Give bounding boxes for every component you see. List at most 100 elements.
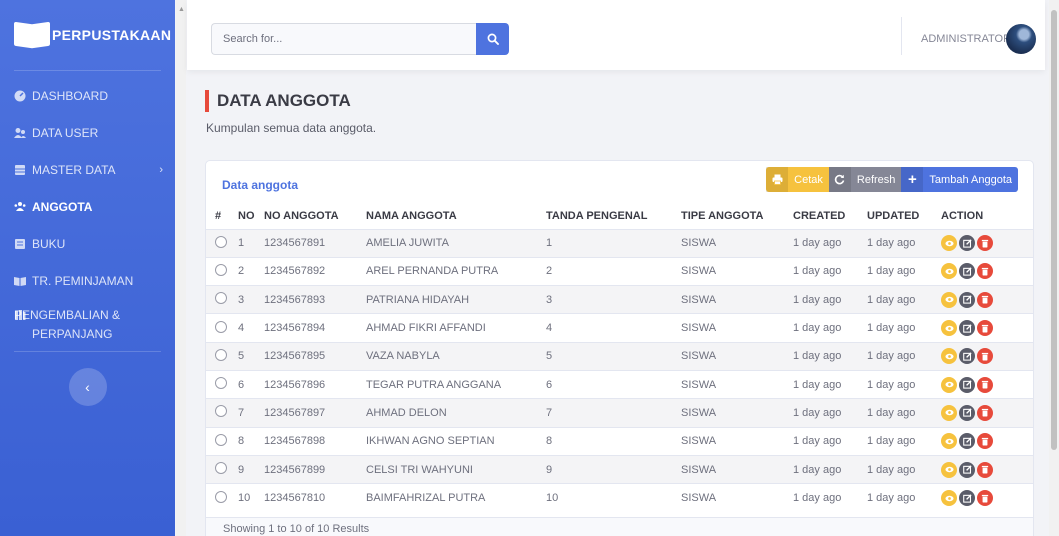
edit-button[interactable] — [959, 404, 975, 421]
view-button[interactable] — [941, 490, 957, 507]
chevron-right-icon: › — [159, 163, 163, 176]
edit-button[interactable] — [959, 490, 975, 507]
delete-button[interactable] — [977, 348, 993, 365]
delete-button[interactable] — [977, 461, 993, 478]
row-checkbox[interactable] — [215, 377, 227, 390]
cell-tipe: SISWA — [681, 454, 793, 484]
table-row: 5 1234567895 VAZA NABYLA 5 SISWA 1 day a… — [206, 341, 1033, 371]
sidebar-scrollbar[interactable]: ▲ — [176, 0, 186, 536]
edit-button[interactable] — [959, 376, 975, 393]
row-checkbox[interactable] — [215, 405, 227, 418]
row-checkbox[interactable] — [215, 292, 227, 305]
cell-updated: 1 day ago — [867, 398, 941, 428]
view-button[interactable] — [941, 320, 957, 337]
brand-name: PERPUSTAKAAN — [52, 27, 172, 43]
table-row: 4 1234567894 AHMAD FIKRI AFFANDI 4 SISWA… — [206, 313, 1033, 343]
refresh-icon — [835, 174, 845, 185]
cell-nama: TEGAR PUTRA ANGGANA — [366, 369, 546, 399]
cell-created: 1 day ago — [793, 426, 867, 456]
column-header-nama[interactable]: NAMA ANGGOTA — [366, 203, 546, 229]
edit-icon — [962, 380, 972, 389]
column-header-action: ACTION — [941, 209, 984, 222]
column-header-no[interactable]: NO — [238, 203, 264, 229]
sidebar-item-pengembalian[interactable]: PENGEMBALIAN & PERPANJANG — [0, 299, 175, 349]
cell-nama: CELSI TRI WAHYUNI — [366, 454, 546, 484]
edit-button[interactable] — [959, 320, 975, 337]
row-actions — [941, 291, 1033, 308]
column-header-tanda-pengenal[interactable]: TANDA PENGENAL — [546, 203, 681, 229]
edit-button[interactable] — [959, 433, 975, 450]
view-button[interactable] — [941, 404, 957, 421]
cell-created: 1 day ago — [793, 228, 867, 258]
add-member-button[interactable]: + Tambah Anggota — [901, 167, 1018, 192]
view-button[interactable] — [941, 433, 957, 450]
cell-nama: AREL PERNANDA PUTRA — [366, 256, 546, 286]
sidebar-item-buku[interactable]: BUKU — [0, 225, 175, 262]
delete-button[interactable] — [977, 263, 993, 280]
print-button[interactable]: Cetak — [766, 167, 829, 192]
search-input[interactable] — [211, 23, 476, 55]
edit-button[interactable] — [959, 235, 975, 252]
view-button[interactable] — [941, 235, 957, 252]
view-button[interactable] — [941, 348, 957, 365]
scrollbar-thumb[interactable] — [1051, 10, 1057, 450]
row-actions — [941, 263, 1033, 280]
refresh-button[interactable]: Refresh — [828, 167, 902, 192]
column-header-updated[interactable]: UPDATED — [867, 203, 941, 229]
column-header-tipe[interactable]: TIPE ANGGOTA — [681, 203, 793, 229]
brand[interactable]: PERPUSTAKAAN — [0, 0, 175, 70]
row-checkbox[interactable] — [215, 235, 227, 248]
edit-button[interactable] — [959, 348, 975, 365]
cell-tipe: SISWA — [681, 341, 793, 371]
row-checkbox[interactable] — [215, 462, 227, 475]
column-header-created[interactable]: CREATED — [793, 203, 867, 229]
row-checkbox[interactable] — [215, 490, 227, 503]
sidebar-item-dashboard[interactable]: DASHBOARD — [0, 77, 175, 114]
refresh-button-label: Refresh — [856, 173, 896, 186]
book-icon — [15, 238, 25, 249]
delete-button[interactable] — [977, 291, 993, 308]
delete-button[interactable] — [977, 320, 993, 337]
eye-icon — [944, 410, 954, 416]
delete-button[interactable] — [977, 433, 993, 450]
cell-updated: 1 day ago — [867, 285, 941, 314]
sidebar-item-data-user[interactable]: DATA USER — [0, 114, 175, 151]
users-icon — [14, 127, 26, 138]
table-row: 1 1234567891 AMELIA JUWITA 1 SISWA 1 day… — [206, 228, 1033, 258]
cell-tipe: SISWA — [681, 398, 793, 428]
cell-tanda-pengenal: 4 — [546, 313, 681, 343]
column-header-no-anggota[interactable]: NO ANGGOTA — [264, 203, 366, 229]
row-checkbox[interactable] — [215, 320, 227, 333]
cell-created: 1 day ago — [793, 398, 867, 428]
sidebar: PERPUSTAKAAN DASHBOARD DATA USER MASTER … — [0, 0, 175, 536]
sidebar-toggle-button[interactable]: ‹ — [68, 368, 107, 406]
view-button[interactable] — [941, 376, 957, 393]
delete-button[interactable] — [977, 490, 993, 507]
search-button[interactable] — [476, 23, 509, 55]
view-button[interactable] — [941, 461, 957, 478]
edit-button[interactable] — [959, 461, 975, 478]
delete-button[interactable] — [977, 404, 993, 421]
edit-icon — [962, 437, 972, 446]
row-checkbox[interactable] — [215, 348, 227, 361]
cell-no-anggota: 1234567895 — [264, 341, 366, 371]
avatar[interactable] — [1006, 24, 1036, 54]
sidebar-item-anggota[interactable]: ANGGOTA — [0, 188, 175, 225]
delete-button[interactable] — [977, 235, 993, 252]
row-actions — [941, 404, 1033, 421]
delete-button[interactable] — [977, 376, 993, 393]
view-button[interactable] — [941, 291, 957, 308]
page-scrollbar[interactable] — [1049, 0, 1059, 536]
scroll-up-arrow-icon[interactable]: ▲ — [178, 6, 185, 13]
trash-icon — [981, 239, 989, 248]
row-checkbox[interactable] — [215, 433, 227, 446]
edit-button[interactable] — [959, 263, 975, 280]
edit-button[interactable] — [959, 291, 975, 308]
sidebar-item-tr-peminjaman[interactable]: TR. PEMINJAMAN — [0, 262, 175, 299]
sidebar-item-master-data[interactable]: MASTER DATA › — [0, 151, 175, 188]
user-name[interactable]: ADMINISTRATOR — [921, 33, 1011, 45]
row-checkbox[interactable] — [215, 263, 227, 276]
table-row: 2 1234567892 AREL PERNANDA PUTRA 2 SISWA… — [206, 256, 1033, 286]
book-logo-icon — [14, 21, 50, 49]
view-button[interactable] — [941, 263, 957, 280]
